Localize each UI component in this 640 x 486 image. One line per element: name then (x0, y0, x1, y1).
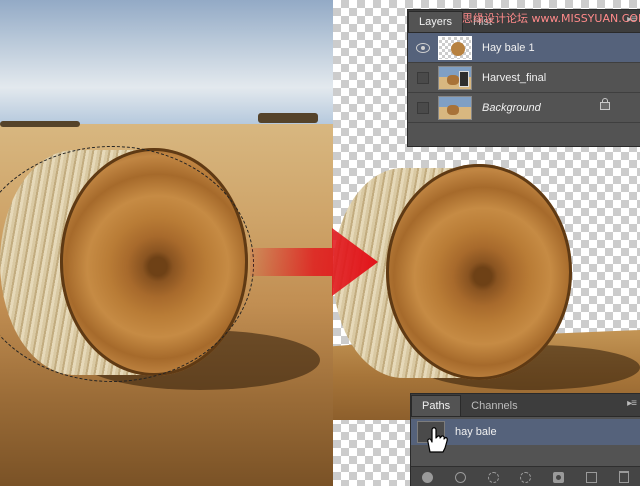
extracted-bale-face (386, 164, 572, 380)
layers-panel: Layers Hist ▸≡ Hay bale 1 Harvest_final … (407, 9, 640, 147)
hay-bale-transparent-thumb (438, 35, 472, 60)
layer-row-background[interactable]: Background (408, 93, 640, 123)
tree-line (0, 121, 80, 127)
add-mask-icon[interactable] (553, 471, 565, 483)
visibility-box-icon (417, 71, 429, 84)
visibility-toggle[interactable] (408, 101, 438, 114)
load-as-selection-icon[interactable] (487, 471, 499, 483)
paths-footer-toolbar (411, 466, 640, 486)
hand-cursor-icon (427, 427, 448, 453)
red-arrow-icon (250, 228, 378, 296)
delete-path-icon[interactable] (618, 471, 629, 483)
farmhouse (258, 113, 318, 123)
harvest-photo-thumb (438, 65, 472, 90)
hay-bale-face (60, 148, 248, 376)
new-path-icon[interactable] (586, 471, 598, 483)
path-name: hay bale (455, 426, 497, 438)
visibility-toggle[interactable] (408, 71, 438, 84)
tab-layers[interactable]: Layers (408, 11, 464, 32)
background-photo-thumb (438, 95, 472, 120)
tab-paths[interactable]: Paths (411, 395, 462, 416)
stroke-path-icon[interactable] (454, 471, 466, 483)
layer-name: Background (482, 101, 541, 114)
layer-name: Harvest_final (482, 71, 547, 84)
make-work-path-icon[interactable] (520, 471, 532, 483)
tab-channels[interactable]: Channels (461, 396, 527, 416)
visibility-box-icon (417, 101, 429, 114)
visibility-toggle[interactable] (408, 42, 438, 53)
layer-name: Hay bale 1 (482, 41, 535, 54)
paths-panel-tabs: Paths Channels ▸≡ (411, 394, 640, 417)
watermark-text: 思缘设计论坛 www.MISSYUAN.COM (462, 12, 640, 25)
layer-row-harvest-final[interactable]: Harvest_final (408, 63, 640, 93)
panel-menu-icon[interactable]: ▸≡ (627, 398, 637, 409)
eye-icon (416, 42, 430, 53)
fill-path-icon[interactable] (421, 471, 433, 483)
layer-row-hay-bale-1[interactable]: Hay bale 1 (408, 33, 640, 63)
lock-icon (600, 98, 610, 110)
canvas-stage: Layers Hist ▸≡ Hay bale 1 Harvest_final … (0, 0, 640, 486)
